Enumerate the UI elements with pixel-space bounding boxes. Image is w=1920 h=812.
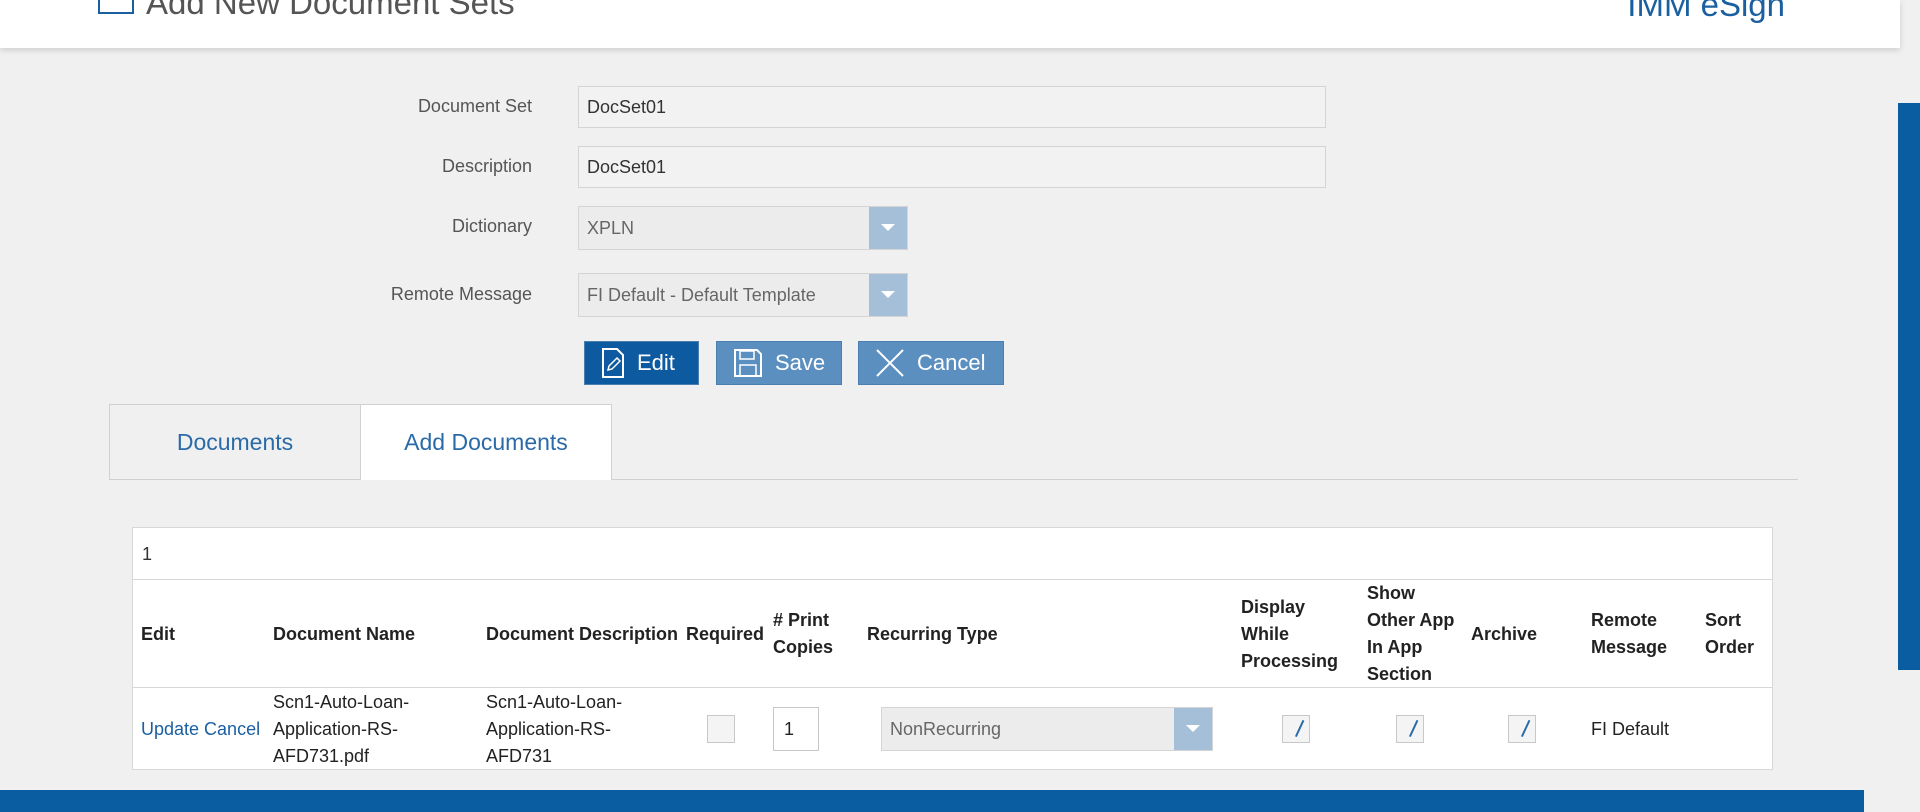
tab-divider [612,479,1798,480]
document-name-cell: Scn1-Auto-Loan-Application-RS-AFD731.pdf [273,691,410,766]
page-number[interactable]: 1 [142,544,152,565]
top-bar: Add New Document Sets IMM eSign [0,0,1900,48]
recurring-type-value: NonRecurring [890,719,1002,739]
archive-cell [1508,688,1548,770]
save-button[interactable]: Save [716,341,842,385]
column-header-document-name: Document Name [273,623,416,644]
display-while-processing-checkbox[interactable] [1282,715,1310,743]
column-header-document-description: Document Description [486,623,679,644]
update-link[interactable]: Update [141,716,199,743]
dictionary-value: XPLN [587,218,635,238]
footer-bar [0,790,1864,812]
table-row: Update Cancel Scn1-Auto-Loan-Application… [133,688,1772,770]
description-input[interactable] [578,146,1326,188]
page-title-text: Add New Document Sets [146,0,515,21]
save-label: Save [775,350,826,375]
edit-label: Edit [637,350,675,375]
save-icon [734,349,762,377]
cancel-link[interactable]: Cancel [204,716,260,743]
column-header-print-copies: # Print Copies [773,610,834,657]
document-set-input[interactable] [578,86,1326,128]
documents-grid: 1 Edit Document Name Document Descriptio… [132,527,1773,770]
cancel-label: Cancel [917,350,986,375]
remote-message-select[interactable]: FI Default - Default Template [578,273,908,317]
column-header-remote-message: Remote Message [1591,610,1668,657]
tab-documents[interactable]: Documents [109,404,361,480]
column-header-archive: Archive [1471,623,1538,644]
show-other-app-cell [1396,688,1436,770]
edit-button[interactable]: Edit [584,341,699,385]
tab-add-documents[interactable]: Add Documents [360,404,612,480]
cancel-button[interactable]: Cancel [858,341,1004,385]
row-edit-actions: Update Cancel [141,688,271,770]
description-label: Description [441,156,532,176]
document-set-label: Document Set [417,96,532,116]
remote-message-label: Remote Message [390,284,532,304]
column-header-required: Required [686,623,765,644]
sort-order-cell [1705,688,1765,770]
page-title: Add New Document Sets [98,0,515,22]
chevron-down-icon[interactable] [869,274,907,316]
column-header-edit: Edit [141,623,175,644]
edit-icon [602,348,624,378]
dictionary-select[interactable]: XPLN [578,206,908,250]
vertical-scrollbar[interactable] [1898,103,1920,670]
column-header-recurring-type: Recurring Type [867,623,998,644]
dictionary-label: Dictionary [451,216,532,236]
remote-message-value: FI Default - Default Template [587,285,816,305]
print-copies-input[interactable]: 1 [773,707,819,751]
close-icon [876,349,904,377]
show-other-app-checkbox[interactable] [1396,715,1424,743]
display-while-processing-cell [1282,688,1322,770]
required-cell [707,688,747,770]
chevron-down-icon[interactable] [1174,708,1212,750]
pager: 1 [133,528,1772,580]
print-copies-cell: 1 [773,688,833,770]
archive-checkbox[interactable] [1508,715,1536,743]
document-icon [98,0,134,15]
document-description-cell: Scn1-Auto-Loan-Application-RS-AFD731 [486,691,623,766]
brand-logo: IMM eSign [1627,0,1785,23]
column-header-sort-order: Sort Order [1705,610,1755,657]
column-header-display-while-processing: Display While Processing [1241,596,1339,671]
required-checkbox[interactable] [707,715,735,743]
chevron-down-icon[interactable] [869,207,907,249]
recurring-type-select[interactable]: NonRecurring [881,707,1213,751]
header-row: Edit Document Name Document Description … [133,580,1772,688]
remote-message-cell: FI Default [1591,718,1670,739]
column-header-show-other-app: Show Other App In App Section [1367,583,1455,684]
